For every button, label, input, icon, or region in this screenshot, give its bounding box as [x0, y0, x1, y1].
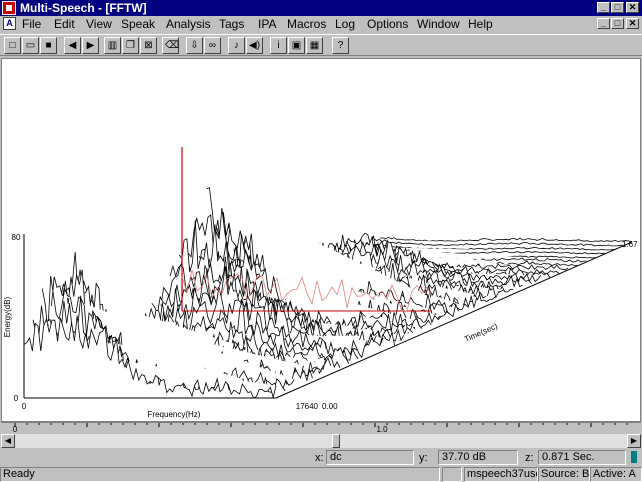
close-button[interactable]: ✕	[626, 2, 639, 13]
loop-button[interactable]: ∞	[204, 37, 221, 54]
window-title: Multi-Speech - [FFTW]	[20, 1, 147, 15]
x-coord-label: x:	[315, 452, 324, 464]
info-icon: i	[277, 40, 280, 51]
title-bar[interactable]: Multi-Speech - [FFTW] _ □ ✕	[0, 0, 642, 16]
status-bar: Ready mspeech37use Source: B Active: A	[0, 467, 642, 482]
y-tick-top: 80	[12, 233, 21, 242]
bars-button[interactable]: ▥	[104, 37, 121, 54]
status-active: Active: A	[590, 467, 642, 482]
bars-icon: ▥	[107, 40, 118, 51]
ruler-label-start: 0	[13, 425, 18, 434]
ruler-label-mid: 1.0	[376, 425, 388, 434]
y-axis-label: Energy(dB)	[3, 296, 12, 337]
toolbar: □ ▭ ■ ◀ ▶ ▥ ❐ ⊠ ⌫ ⇩ ∞ ♪ ◀) i ▣ ▦?	[0, 34, 642, 56]
ruler-ticks: 0 1.0	[13, 423, 628, 434]
y-coord-label: y:	[419, 452, 428, 464]
menu-tags[interactable]: Tags	[219, 17, 244, 31]
eraser-icon: ⌫	[165, 40, 180, 51]
minimize-button[interactable]: _	[597, 2, 610, 13]
y-coord-value: 37.70 dB	[438, 450, 518, 465]
menu-edit[interactable]: Edit	[54, 17, 75, 31]
menu-ipa[interactable]: IPA	[258, 17, 276, 31]
down-arrow-button[interactable]: ⇩	[186, 37, 203, 54]
menu-help[interactable]: Help	[468, 17, 493, 31]
indicator-icon	[631, 451, 637, 463]
x-tick-end: 17640	[296, 402, 319, 411]
status-text: Ready	[0, 467, 440, 482]
status-empty-cell	[442, 467, 462, 482]
loop-icon: ∞	[208, 40, 217, 51]
down-arrow-icon: ⇩	[190, 40, 199, 51]
delete-icon: ⊠	[144, 40, 153, 51]
grid-icon: ▦	[309, 40, 320, 51]
monitor-icon: ▣	[291, 40, 302, 51]
time-ruler[interactable]: 0 1.0	[1, 422, 641, 434]
menu-file[interactable]: File	[22, 17, 41, 31]
x-axis-label: Frequency(Hz)	[148, 410, 201, 419]
status-file: mspeech37use	[464, 467, 538, 482]
doc-minimize-button[interactable]: _	[597, 18, 610, 29]
open-folder-button[interactable]: ▭	[22, 37, 39, 54]
scroll-left-arrow-icon[interactable]: ◀	[1, 434, 15, 448]
arrow-right-icon: ▶	[86, 40, 95, 51]
help-icon: ?	[337, 40, 344, 51]
coordinate-bar: x: dc y: 37.70 dB z: 0.871 Sec.	[0, 449, 642, 466]
info-button[interactable]: i	[270, 37, 287, 54]
arrow-left-icon: ◀	[68, 40, 77, 51]
speaker-icon: ◀)	[249, 40, 261, 51]
arrow-right-button[interactable]: ▶	[82, 37, 99, 54]
eraser-button[interactable]: ⌫	[162, 37, 179, 54]
status-source: Source: B	[538, 467, 590, 482]
help-button[interactable]: ?	[332, 37, 349, 54]
scroll-right-arrow-icon[interactable]: ▶	[627, 434, 641, 448]
spectrum-traces	[23, 187, 633, 400]
z-coord-label: z:	[525, 452, 534, 464]
scroll-track[interactable]	[15, 434, 627, 448]
delete-button[interactable]: ⊠	[140, 37, 157, 54]
horizontal-scrollbar[interactable]: ◀ ▶	[1, 434, 641, 448]
x-coord-value: dc	[326, 450, 414, 465]
menu-log[interactable]: Log	[335, 17, 355, 31]
new-file-icon: □	[9, 40, 16, 51]
menu-analysis[interactable]: Analysis	[166, 17, 211, 31]
open-folder-icon: ▭	[25, 40, 36, 51]
app-logo-icon[interactable]	[2, 1, 16, 15]
waterfall-plot[interactable]: 80 0 Energy(dB) 0 17640 0.00 Frequency(H…	[1, 58, 641, 422]
speaker-button[interactable]: ◀)	[246, 37, 263, 54]
menu-macros[interactable]: Macros	[287, 17, 326, 31]
doc-restore-button[interactable]: □	[611, 18, 624, 29]
save-disk-icon: ■	[45, 40, 52, 51]
document-icon[interactable]: A	[3, 17, 16, 30]
menu-speak[interactable]: Speak	[121, 17, 155, 31]
menu-view[interactable]: View	[86, 17, 112, 31]
grid-button[interactable]: ▦	[306, 37, 323, 54]
menu-window[interactable]: Window	[417, 17, 460, 31]
z-coord-value: 0.871 Sec.	[538, 450, 626, 465]
menu-bar: A File Edit View Speak Analysis Tags IPA…	[0, 16, 642, 32]
y-tick-bottom: 0	[14, 394, 19, 403]
maximize-button[interactable]: □	[611, 2, 624, 13]
arrow-left-button[interactable]: ◀	[64, 37, 81, 54]
menu-options[interactable]: Options	[367, 17, 408, 31]
scroll-thumb[interactable]	[332, 434, 340, 448]
new-file-button[interactable]: □	[4, 37, 21, 54]
mic-icon: ♪	[234, 40, 239, 51]
app-window: Multi-Speech - [FFTW] _ □ ✕ A File Edit …	[0, 0, 642, 482]
waterfall-chart[interactable]: 80 0 Energy(dB) 0 17640 0.00 Frequency(H…	[2, 59, 640, 421]
doc-close-button[interactable]: ✕	[626, 18, 639, 29]
z-tick-start: 0.00	[322, 402, 338, 411]
copy-icon: ❐	[126, 40, 135, 51]
copy-button[interactable]: ❐	[122, 37, 139, 54]
save-disk-button[interactable]: ■	[40, 37, 57, 54]
x-tick-start: 0	[22, 402, 27, 411]
monitor-button[interactable]: ▣	[288, 37, 305, 54]
z-axis-label: Time(sec)	[463, 321, 499, 344]
z-tick-end: 1.67	[622, 240, 638, 249]
mic-button[interactable]: ♪	[228, 37, 245, 54]
